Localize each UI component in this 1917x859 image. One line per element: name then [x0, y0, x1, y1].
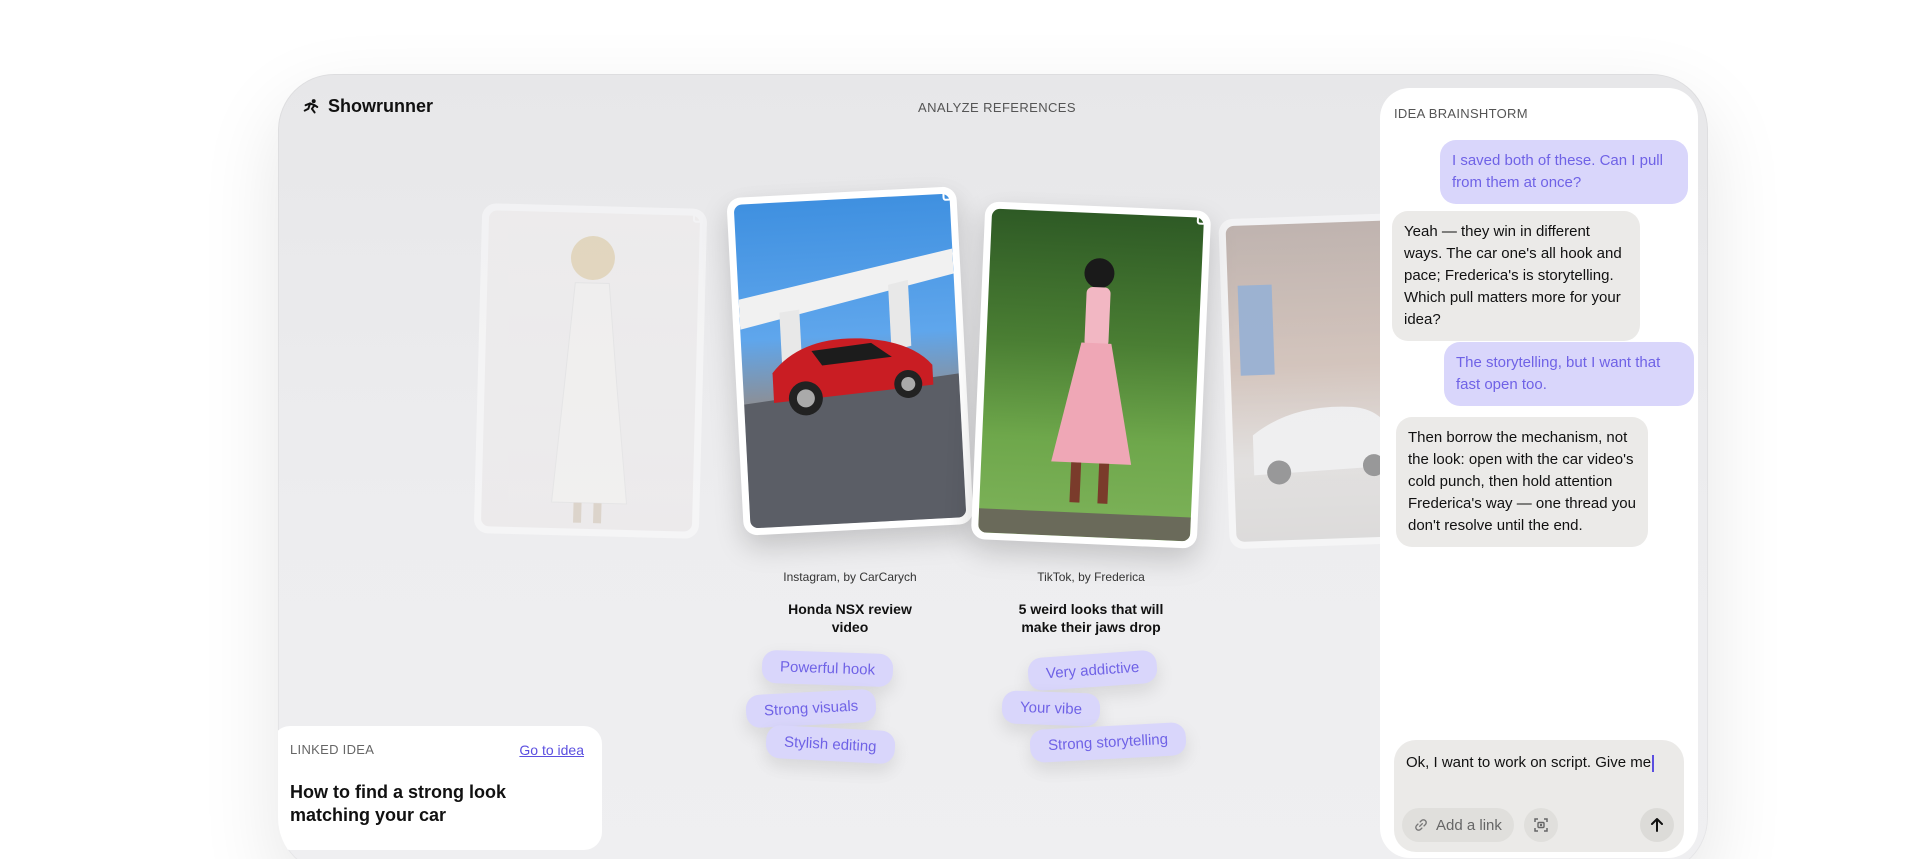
add-link-button[interactable]: Add a link	[1402, 808, 1514, 842]
brand[interactable]: Showrunner	[302, 96, 433, 117]
send-button[interactable]	[1640, 808, 1674, 842]
reference-caption-car: Instagram, by CarCarych Honda NSX review…	[750, 570, 950, 636]
link-icon	[1415, 819, 1427, 831]
reference-source: TikTok, by Frederica	[1037, 570, 1145, 584]
message-composer[interactable]: Ok, I want to work on script. Give me Ad…	[1394, 740, 1684, 852]
corner-icon	[1196, 215, 1207, 225]
runner-logo-icon	[303, 98, 319, 113]
device-frame: Showrunner ANALYZE REFERENCES Instagram,…	[278, 74, 1708, 859]
composer-text: Ok, I want to work on script. Give me	[1406, 754, 1652, 771]
composer-input[interactable]: Ok, I want to work on script. Give me	[1406, 754, 1672, 772]
corner-icon	[942, 191, 952, 201]
panel-title: IDEA BRAINSHTORM	[1394, 106, 1528, 121]
car-photo	[733, 193, 967, 529]
chat-message-assistant: Then borrow the mechanism, not the look:…	[1396, 417, 1648, 547]
reference-title: Honda NSX review video	[788, 601, 912, 635]
fashion-photo	[480, 210, 701, 532]
linked-idea-card: LINKED IDEA Go to idea How to find a str…	[278, 726, 602, 850]
corner-icon	[692, 213, 703, 223]
text-caret	[1652, 754, 1655, 772]
chat-message-assistant: Yeah — they win in different ways. The c…	[1392, 211, 1640, 341]
reference-card-dress[interactable]	[970, 201, 1212, 549]
go-to-idea-link[interactable]: Go to idea	[519, 742, 584, 758]
reference-title: 5 weird looks that will make their jaws …	[1018, 601, 1164, 635]
scan-button[interactable]	[1524, 808, 1558, 842]
add-link-label: Add a link	[1436, 816, 1502, 834]
tag-chip[interactable]: Powerful hook	[761, 649, 894, 688]
scan-icon	[1534, 818, 1548, 832]
tag-chip[interactable]: Very addictive	[1027, 649, 1159, 692]
tag-chip[interactable]: Stylish editing	[765, 724, 896, 765]
chat-message-user: I saved both of these. Can I pull from t…	[1440, 140, 1688, 204]
idea-brainstorm-panel: IDEA BRAINSHTORM I saved both of these. …	[1380, 88, 1698, 858]
screen-title: ANALYZE REFERENCES	[918, 100, 1076, 115]
tag-chip[interactable]: Strong visuals	[745, 688, 877, 729]
brand-name: Showrunner	[328, 96, 434, 116]
tag-chip[interactable]: Strong storytelling	[1029, 721, 1187, 764]
arrow-up-icon	[1651, 818, 1663, 832]
reference-caption-dress: TikTok, by Frederica 5 weird looks that …	[991, 570, 1191, 636]
reference-source: Instagram, by CarCarych	[783, 570, 917, 584]
chat-message-user: The storytelling, but I want that fast o…	[1444, 342, 1694, 406]
reference-card-fashion[interactable]	[473, 203, 708, 539]
reference-card-car[interactable]	[726, 186, 974, 536]
linked-idea-title: How to find a strong look matching your …	[290, 782, 506, 825]
dress-photo	[978, 208, 1204, 542]
tag-chip[interactable]: Your vibe	[1001, 690, 1101, 727]
